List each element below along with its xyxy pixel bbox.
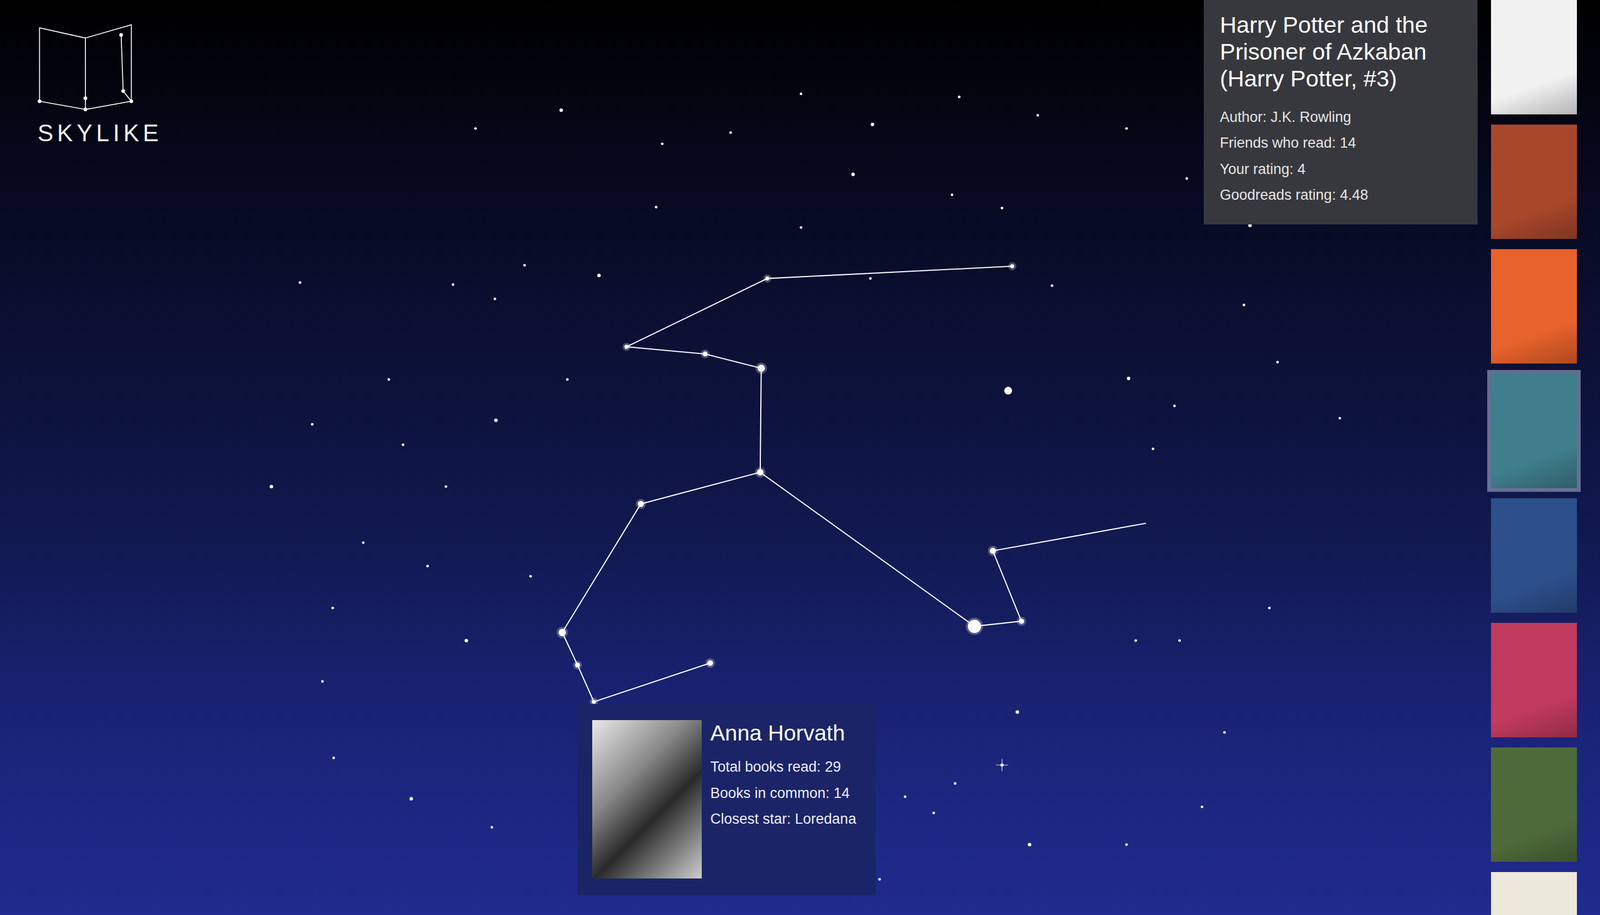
friend-detail: Total books read: 29	[710, 753, 857, 781]
logo-text: SKYLIKE	[35, 119, 163, 148]
friend-detail: Closest star: Loredana	[710, 805, 857, 833]
friend-name: Anna Horvath	[710, 720, 857, 747]
sky-map[interactable]: SKYLIKE Harry Potter and the Prisoner of …	[0, 0, 1600, 915]
book-cover[interactable]	[1491, 498, 1577, 613]
logo[interactable]: SKYLIKE	[35, 19, 163, 148]
book-constellation-icon	[35, 19, 138, 114]
book-cover[interactable]	[1491, 871, 1577, 915]
book-cover-list	[1491, 0, 1577, 915]
book-title: Harry Potter and the Prisoner of Azkaban…	[1219, 11, 1462, 93]
friend-info: Anna Horvath Total books read: 29Books in…	[710, 720, 857, 879]
book-cover[interactable]	[1491, 373, 1577, 489]
friend-card: Anna Horvath Total books read: 29Books in…	[577, 703, 876, 896]
book-cover[interactable]	[1491, 0, 1577, 115]
book-cover[interactable]	[1491, 249, 1577, 364]
book-info-panel: Harry Potter and the Prisoner of Azkaban…	[1203, 0, 1478, 225]
book-cover[interactable]	[1491, 622, 1577, 738]
book-cover[interactable]	[1491, 124, 1577, 239]
book-detail: Friends who read: 14	[1219, 129, 1462, 157]
friend-photo	[592, 720, 702, 879]
friend-detail: Books in common: 14	[710, 780, 857, 807]
book-detail: Goodreads rating: 4.48	[1219, 182, 1462, 209]
book-detail: Author: J.K. Rowling	[1219, 104, 1462, 131]
book-detail: Your rating: 4	[1219, 156, 1462, 183]
book-cover[interactable]	[1491, 747, 1577, 862]
